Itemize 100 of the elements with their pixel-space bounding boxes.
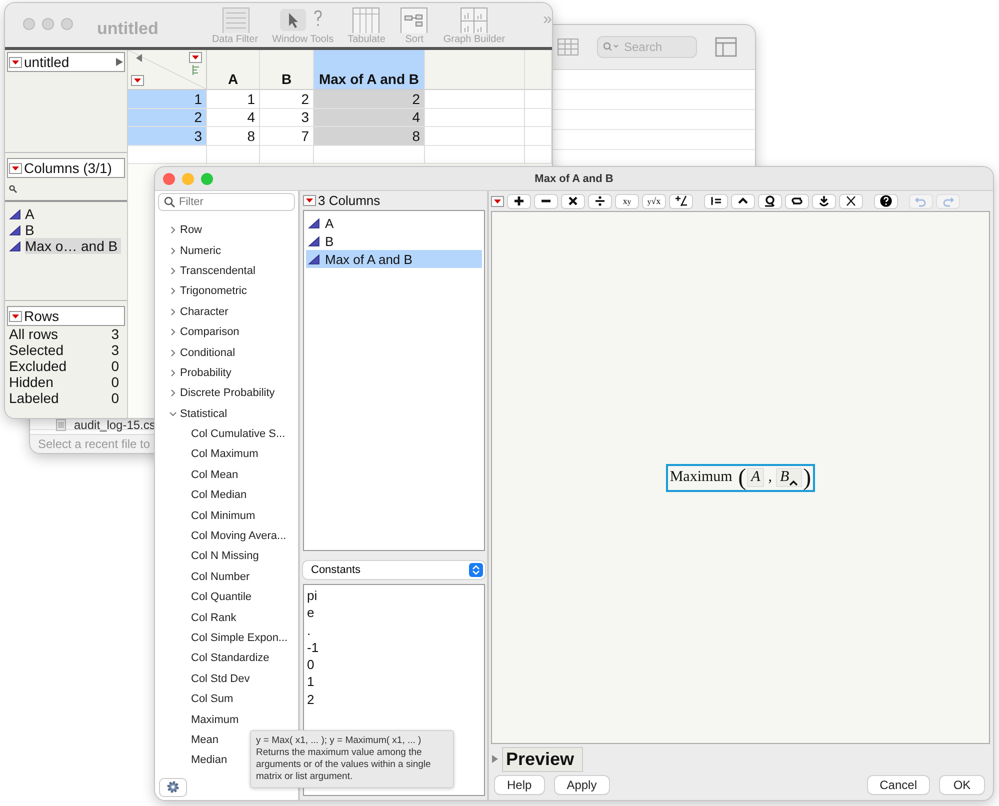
- column-header[interactable]: Max of A and B: [314, 50, 425, 90]
- chevron-icon[interactable]: [169, 226, 177, 234]
- swap-button[interactable]: [785, 194, 809, 208]
- constants-dropdown[interactable]: Constants: [303, 561, 485, 579]
- category-item[interactable]: Numeric: [180, 244, 221, 257]
- category-item[interactable]: Conditional: [180, 346, 236, 359]
- column-header[interactable]: A: [207, 50, 260, 90]
- minus-button[interactable]: [534, 194, 558, 208]
- constant-item[interactable]: 1: [307, 674, 482, 692]
- search-field[interactable]: Search: [597, 36, 697, 58]
- triangle-menu-icon[interactable]: [9, 56, 22, 68]
- category-item[interactable]: Comparison: [180, 326, 240, 338]
- constant-item[interactable]: -1: [307, 640, 482, 658]
- chevron-icon[interactable]: [169, 410, 177, 418]
- function-item[interactable]: Col Number: [191, 570, 250, 583]
- layout-icon[interactable]: [715, 37, 737, 57]
- column-item[interactable]: A: [25, 206, 38, 222]
- function-item[interactable]: Col N Missing: [191, 550, 259, 562]
- function-item[interactable]: Col Sum: [191, 693, 234, 706]
- chevron-icon[interactable]: [169, 348, 177, 357]
- row-number[interactable]: 2: [128, 108, 207, 127]
- triangle-menu-icon[interactable]: [131, 75, 144, 86]
- function-item[interactable]: Col Moving Avera...: [191, 530, 286, 542]
- column-item[interactable]: Max o… and B: [25, 238, 121, 254]
- category-item[interactable]: Trigonometric: [180, 285, 247, 298]
- function-item[interactable]: Maximum: [191, 714, 239, 726]
- chevron-icon[interactable]: [169, 308, 177, 316]
- row-number[interactable]: 3: [128, 127, 207, 146]
- function-item[interactable]: Mean: [191, 734, 219, 746]
- chevron-icon[interactable]: [169, 328, 177, 336]
- close-button[interactable]: [163, 172, 175, 184]
- plus-minus-button[interactable]: [669, 194, 693, 208]
- column-item[interactable]: Max of A and B: [306, 250, 482, 268]
- file-name[interactable]: audit_log-15.cs: [74, 418, 156, 432]
- filter-field[interactable]: Filter: [158, 193, 295, 211]
- dialog-button[interactable]: OK: [940, 776, 984, 794]
- triangle-menu-icon[interactable]: [303, 195, 316, 206]
- category-item[interactable]: Probability: [180, 366, 232, 379]
- function-item[interactable]: Col Minimum: [191, 510, 256, 522]
- category-item[interactable]: Transcendental: [180, 264, 256, 277]
- triangle-menu-icon[interactable]: [491, 196, 504, 206]
- dialog-button[interactable]: Help: [495, 776, 544, 794]
- constant-item[interactable]: pi: [307, 588, 482, 606]
- expand-icon[interactable]: [114, 57, 124, 67]
- argument-slot[interactable]: B: [776, 468, 802, 487]
- peel-button[interactable]: [812, 194, 836, 208]
- assign-button[interactable]: [704, 194, 728, 208]
- left-arrow-icon[interactable]: [135, 53, 143, 63]
- category-item[interactable]: Character: [180, 306, 228, 318]
- delete-button[interactable]: [839, 194, 863, 208]
- formula-expression[interactable]: Maximum ( A , B ): [666, 464, 816, 492]
- triangle-icon: [9, 224, 21, 236]
- column-item[interactable]: B: [306, 232, 482, 250]
- function-item[interactable]: Col Median: [191, 489, 247, 502]
- preview-button[interactable]: Preview: [502, 746, 584, 772]
- plus-button[interactable]: [507, 194, 531, 208]
- triangle-menu-icon[interactable]: [189, 52, 202, 63]
- delete-icon: [845, 195, 857, 207]
- row-count-value: 0: [111, 390, 119, 406]
- caret-button[interactable]: [731, 194, 755, 208]
- constant-item[interactable]: 2: [307, 692, 482, 710]
- separator: ,: [767, 469, 773, 486]
- column-item[interactable]: B: [25, 222, 38, 238]
- disclosure-icon[interactable]: [491, 754, 499, 764]
- panel-title: 3 Columns: [318, 193, 380, 208]
- function-item[interactable]: Col Std Dev: [191, 672, 250, 685]
- function-item[interactable]: Col Rank: [191, 612, 236, 624]
- help-icon: [880, 195, 892, 207]
- search-icon: [9, 185, 17, 193]
- function-item[interactable]: Col Mean: [191, 468, 238, 481]
- category-item[interactable]: Row: [180, 224, 202, 236]
- constant-item[interactable]: 0: [307, 657, 482, 674]
- dialog-button[interactable]: Cancel: [868, 776, 929, 794]
- triangle-icon: [308, 254, 320, 264]
- triangle-menu-icon[interactable]: [9, 162, 22, 174]
- function-item[interactable]: Col Quantile: [191, 591, 252, 604]
- row-number[interactable]: 1: [128, 90, 207, 108]
- chevron-icon[interactable]: [169, 368, 177, 377]
- function-item[interactable]: Median: [191, 754, 228, 766]
- chevron-icon[interactable]: [169, 287, 177, 296]
- category-item[interactable]: Statistical: [180, 408, 228, 420]
- function-item[interactable]: Col Standardize: [191, 652, 270, 664]
- triangle-menu-icon[interactable]: [9, 310, 22, 322]
- column-item[interactable]: A: [306, 214, 482, 232]
- chevron-icon[interactable]: [169, 246, 177, 255]
- divide-button[interactable]: [588, 194, 612, 208]
- argument-slot[interactable]: A: [747, 468, 764, 487]
- function-item[interactable]: Col Simple Expon...: [191, 632, 288, 644]
- multiply-button[interactable]: [561, 194, 585, 208]
- column-header[interactable]: B: [260, 50, 314, 90]
- row-count-label: Labeled: [9, 390, 59, 406]
- chevron-icon[interactable]: [169, 389, 177, 398]
- settings-button[interactable]: [159, 778, 187, 796]
- help-button[interactable]: [874, 194, 898, 208]
- category-item[interactable]: Discrete Probability: [180, 387, 275, 400]
- constant-item[interactable]: .: [307, 622, 482, 640]
- dialog-button[interactable]: Apply: [554, 776, 609, 794]
- local-button[interactable]: [758, 194, 782, 208]
- chevron-icon[interactable]: [169, 266, 177, 275]
- constant-item[interactable]: e: [307, 605, 482, 623]
